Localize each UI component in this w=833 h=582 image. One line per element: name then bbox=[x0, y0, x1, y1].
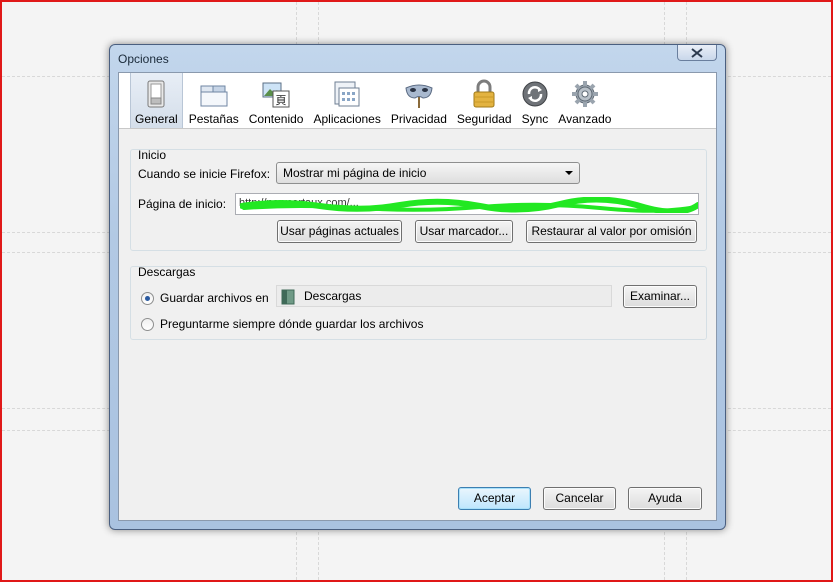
use-current-pages-button[interactable]: Usar páginas actuales bbox=[277, 220, 402, 243]
tab-label: Contenido bbox=[248, 112, 304, 126]
save-files-radio[interactable] bbox=[141, 292, 154, 305]
tab-label: Aplicaciones bbox=[313, 112, 381, 126]
save-files-label: Guardar archivos en bbox=[160, 291, 269, 305]
homepage-label: Página de inicio: bbox=[138, 197, 227, 211]
close-icon bbox=[691, 47, 703, 58]
startup-behavior-select[interactable]: Mostrar mi página de inicio bbox=[276, 162, 580, 184]
startup-behavior-value: Mostrar mi página de inicio bbox=[283, 166, 427, 180]
tab-seguridad[interactable]: Seguridad bbox=[453, 73, 516, 128]
tab-label: Avanzado bbox=[558, 112, 612, 126]
tabs-icon bbox=[200, 85, 228, 107]
tab-aplicaciones[interactable]: Aplicaciones bbox=[309, 73, 384, 128]
tab-general[interactable]: General bbox=[130, 73, 183, 128]
tab-contenido[interactable]: 頁 Contenido bbox=[245, 73, 308, 128]
gear-icon bbox=[571, 81, 598, 107]
category-toolbar: General Pestañas 頁 Contenido Aplicacione… bbox=[119, 73, 716, 129]
startup-group-label: Inicio bbox=[138, 148, 167, 162]
switch-icon bbox=[147, 80, 165, 108]
tab-sync[interactable]: Sync bbox=[518, 73, 553, 128]
use-bookmark-button[interactable]: Usar marcador... bbox=[415, 220, 513, 243]
redaction-scribble bbox=[240, 197, 698, 213]
restore-default-button[interactable]: Restaurar al valor por omisión bbox=[526, 220, 697, 243]
sync-icon bbox=[522, 81, 548, 107]
startup-when-label: Cuando se inicie Firefox: bbox=[138, 167, 271, 181]
folder-icon bbox=[281, 289, 295, 305]
tab-label: Pestañas bbox=[188, 112, 239, 126]
tab-pestanas[interactable]: Pestañas bbox=[185, 73, 243, 128]
cancel-button[interactable]: Cancelar bbox=[543, 487, 616, 510]
download-folder-value: Descargas bbox=[304, 289, 362, 303]
tab-label: Privacidad bbox=[390, 112, 447, 126]
tab-label: Seguridad bbox=[456, 112, 512, 126]
tab-privacidad[interactable]: Privacidad bbox=[387, 73, 451, 128]
options-dialog: Opciones General Pestañas 頁 Contenido Ap… bbox=[109, 44, 726, 530]
help-button[interactable]: Ayuda bbox=[628, 487, 702, 510]
accept-button[interactable]: Aceptar bbox=[458, 487, 531, 510]
dialog-client-area: General Pestañas 頁 Contenido Aplicacione… bbox=[118, 72, 717, 521]
chevron-down-icon bbox=[565, 171, 573, 175]
downloads-group-label: Descargas bbox=[138, 265, 196, 279]
padlock-icon bbox=[473, 79, 495, 108]
browse-button[interactable]: Examinar... bbox=[623, 285, 697, 308]
tab-label: General bbox=[135, 112, 178, 126]
always-ask-label: Preguntarme siempre dónde guardar los ar… bbox=[160, 317, 424, 331]
mask-icon bbox=[405, 84, 433, 108]
close-button[interactable] bbox=[677, 45, 717, 61]
download-folder-field: Descargas bbox=[276, 285, 612, 307]
tab-avanzado[interactable]: Avanzado bbox=[554, 73, 615, 128]
svg-text:頁: 頁 bbox=[276, 94, 287, 107]
applications-icon bbox=[334, 81, 360, 107]
always-ask-radio[interactable] bbox=[141, 318, 154, 331]
window-title: Opciones bbox=[118, 52, 169, 66]
tab-label: Sync bbox=[521, 112, 549, 126]
content-icon: 頁 bbox=[262, 82, 290, 108]
homepage-input[interactable]: http://newcartaux.com/... bbox=[235, 193, 699, 215]
